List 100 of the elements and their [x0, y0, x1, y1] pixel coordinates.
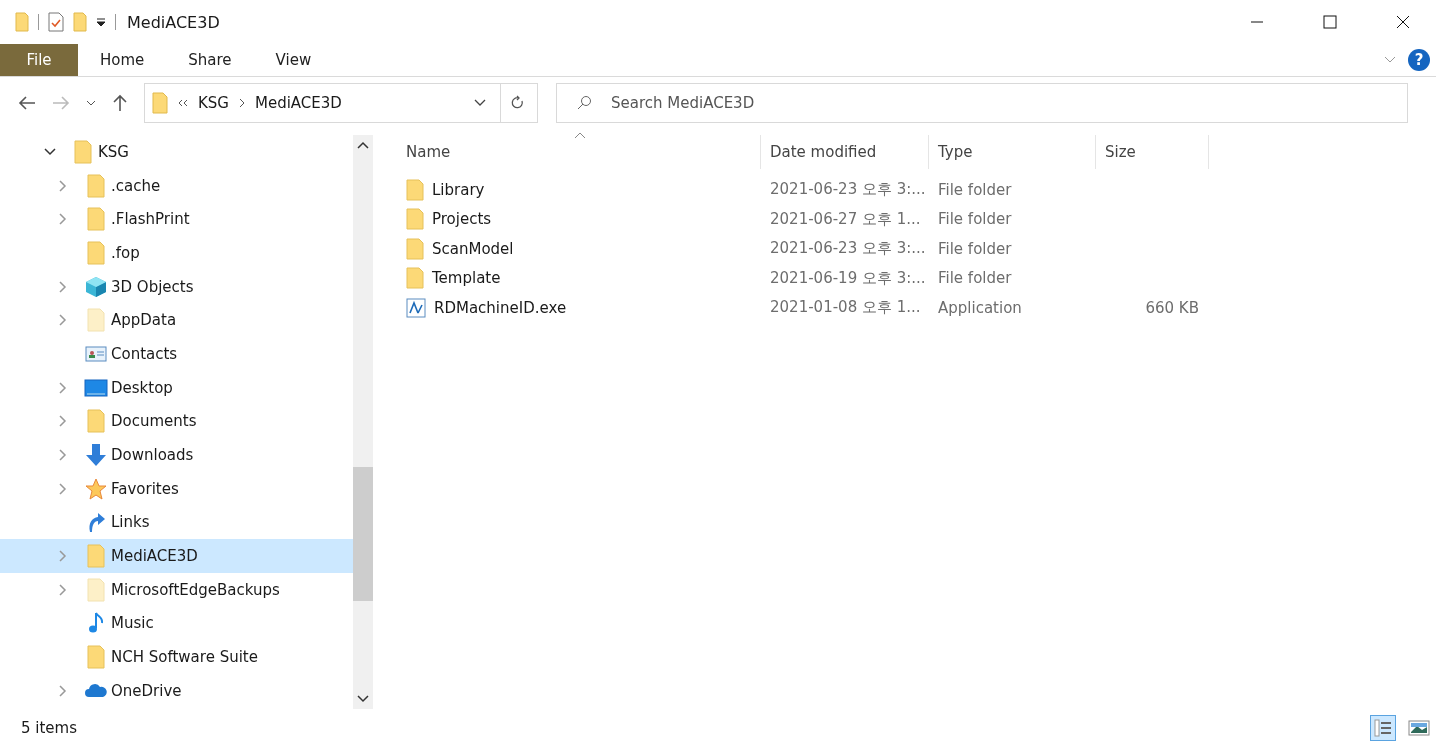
file-name[interactable]: Template: [432, 269, 501, 288]
scrollbar[interactable]: [353, 135, 373, 709]
tree-item[interactable]: Downloads: [0, 438, 353, 472]
tree-item[interactable]: AppData: [0, 303, 353, 338]
folder-icon: [406, 178, 424, 201]
tree-item-label: Links: [111, 513, 150, 532]
chevron-right-icon[interactable]: [59, 213, 67, 226]
tree-item[interactable]: KSG: [0, 135, 353, 169]
size-cell: 660 KB: [1145, 298, 1199, 317]
tree-item[interactable]: Favorites: [0, 471, 353, 506]
ribbon-tab[interactable]: Home: [78, 44, 167, 76]
sort-caret-icon: [574, 132, 586, 139]
breadcrumb-item[interactable]: MediACE3D: [255, 94, 342, 112]
breadcrumb-item[interactable]: KSG: [198, 94, 229, 112]
column-header[interactable]: Size: [1096, 135, 1209, 169]
date-cell-text: 2021-06-19 오후 3:...: [769, 268, 927, 288]
column-header[interactable]: Type: [929, 135, 1096, 169]
tree-item-label: AppData: [111, 311, 177, 330]
tree-item-label: Desktop: [111, 378, 173, 397]
type-cell-text: File folder: [937, 239, 1013, 258]
tree-item[interactable]: .cache: [0, 168, 353, 203]
maximize-icon[interactable]: [1323, 15, 1337, 29]
chevron-down-icon[interactable]: [357, 695, 369, 703]
address-bar[interactable]: KSG MediACE3D: [144, 83, 538, 123]
type-cell-text: File folder: [937, 210, 1013, 229]
music-note-icon: [88, 612, 104, 635]
ribbon-tab[interactable]: Share: [166, 44, 254, 76]
tree-item[interactable]: .fop: [0, 236, 353, 270]
tree-item-label: Documents: [111, 412, 197, 431]
chevron-right-icon[interactable]: [59, 449, 67, 462]
folder-icon[interactable]: [73, 12, 87, 32]
close-icon[interactable]: [1396, 15, 1410, 29]
forward-arrow-icon[interactable]: [52, 95, 70, 111]
chevron-right-icon[interactable]: [59, 415, 67, 428]
folder-icon: [87, 544, 105, 569]
tree-item-label: Music: [111, 614, 154, 633]
chevron-right-icon[interactable]: [59, 684, 67, 697]
dropdown-icon[interactable]: [96, 17, 106, 27]
tree-item[interactable]: Contacts: [0, 337, 353, 371]
tree-item[interactable]: NCH Software Suite: [0, 640, 353, 674]
double-chevron-icon: [178, 99, 188, 107]
tree-item-label: Favorites: [111, 479, 179, 498]
folder-icon: [74, 139, 92, 164]
folder-icon[interactable]: [15, 12, 29, 32]
chevron-right-icon[interactable]: [59, 482, 67, 495]
cloud-icon: [84, 683, 108, 698]
picture-view-icon[interactable]: [1408, 719, 1430, 737]
folder-icon: [87, 207, 105, 232]
tree-item[interactable]: OneDrive: [0, 674, 353, 708]
chevron-down-icon[interactable]: [474, 99, 486, 107]
chevron-right-icon[interactable]: [59, 280, 67, 293]
scrollbar-thumb[interactable]: [353, 467, 373, 601]
chevron-right-icon[interactable]: [59, 583, 67, 596]
tree-item-label: 3D Objects: [111, 277, 194, 296]
tree-item-label: .FlashPrint: [111, 210, 190, 229]
tree-item-label: MicrosoftEdgeBackups: [111, 580, 280, 599]
file-name[interactable]: ScanModel: [432, 239, 514, 258]
help-button[interactable]: ?: [1408, 49, 1430, 71]
tree-item-label: KSG: [98, 142, 129, 161]
chevron-right-icon[interactable]: [59, 179, 67, 192]
chevron-up-icon[interactable]: [357, 141, 369, 149]
search-field[interactable]: Search MediACE3D: [556, 83, 1408, 123]
folder-icon: [152, 92, 168, 114]
chevron-right-icon: [239, 98, 245, 108]
tree-item[interactable]: MicrosoftEdgeBackups: [0, 572, 353, 607]
up-arrow-icon[interactable]: [112, 94, 128, 112]
tree-item-label: MediACE3D: [111, 547, 198, 566]
properties-icon[interactable]: [48, 12, 64, 32]
tree-item[interactable]: Music: [0, 606, 353, 641]
date-cell-text: 2021-06-23 오후 3:...: [769, 239, 927, 259]
tree-item[interactable]: .FlashPrint: [0, 202, 353, 237]
date-cell-text: 2021-06-23 오후 3:...: [769, 180, 927, 200]
back-arrow-icon[interactable]: [18, 95, 36, 111]
search-icon: [576, 95, 592, 111]
ribbon-tab[interactable]: File: [0, 44, 78, 76]
tree-item[interactable]: MediACE3D: [0, 539, 353, 573]
file-name[interactable]: Library: [432, 180, 485, 199]
chevron-right-icon[interactable]: [59, 381, 67, 394]
chevron-right-icon[interactable]: [59, 550, 67, 563]
tree-item[interactable]: Documents: [0, 404, 353, 439]
column-header[interactable]: Name: [406, 135, 761, 169]
tree-item[interactable]: Desktop: [0, 370, 353, 405]
tree-item-label: Downloads: [111, 446, 194, 465]
refresh-icon[interactable]: [511, 95, 525, 111]
chevron-down-icon[interactable]: [44, 147, 56, 156]
tree-item-label: OneDrive: [111, 681, 182, 700]
column-header[interactable]: Date modified: [761, 135, 929, 169]
chevron-down-icon[interactable]: [86, 100, 96, 106]
chevron-right-icon[interactable]: [59, 314, 67, 327]
folder-icon: [87, 409, 105, 434]
details-view-icon[interactable]: [1370, 715, 1396, 741]
ribbon-tab[interactable]: View: [253, 44, 334, 76]
tree-item-label: NCH Software Suite: [111, 648, 258, 667]
folder-icon: [406, 267, 424, 290]
item-count: 5 items: [21, 719, 77, 737]
file-name[interactable]: RDMachineID.exe: [434, 298, 567, 317]
tree-item[interactable]: Links: [0, 505, 353, 540]
file-name[interactable]: Projects: [432, 210, 492, 229]
type-cell-text: Application: [937, 298, 1023, 317]
tree-item[interactable]: 3D Objects: [0, 269, 353, 304]
